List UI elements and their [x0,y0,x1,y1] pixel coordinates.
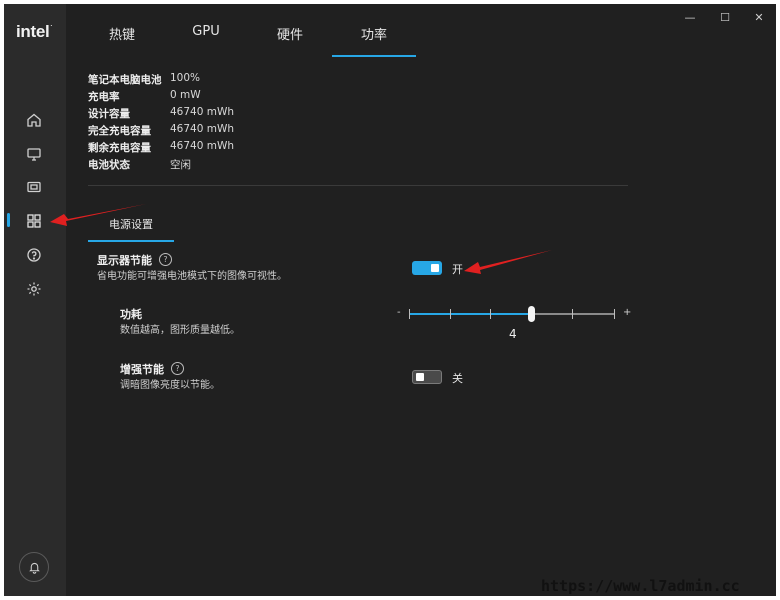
power-slider-track[interactable] [532,313,615,315]
help-icon[interactable]: ? [159,253,172,266]
enhanced-power-saving-title: 增强节能 [120,363,164,376]
info-value: 46740 mWh [170,140,235,152]
slider-tick [450,309,451,319]
annotation-arrow [464,250,552,274]
info-value: 空闲 [170,159,191,171]
enhanced-power-saving-state: 关 [452,372,463,385]
tab-label: 热键 [108,28,135,43]
power-slider-fill[interactable] [409,313,532,315]
intel-logo: intel. [16,22,52,41]
display-power-saving-toggle[interactable] [412,261,442,275]
power-description: 数值越高，图形质量越低。 [120,325,240,336]
power-title: 功耗 [120,308,142,321]
subtab-active-underline [88,240,174,242]
close-button[interactable]: ✕ [749,9,769,25]
tab-active-underline [332,55,416,57]
slider-tick [614,309,615,319]
minimize-button[interactable]: — [680,9,700,25]
sidebar-active-indicator [7,213,10,227]
bell-icon [28,562,40,574]
settings-gear-icon[interactable] [24,279,44,299]
help-icon[interactable]: ? [171,362,184,375]
tab-label: 功率 [360,28,387,43]
enhanced-power-saving-description: 调暗图像亮度以节能。 [120,380,220,391]
tab-power[interactable]: 功率 [332,24,416,57]
power-slider-value: 4 [509,327,517,341]
toggle-knob [431,264,439,272]
slider-min-label: - [397,307,401,318]
info-value: 46740 mWh [170,106,235,118]
slider-tick [572,309,573,319]
monitor-icon[interactable] [24,144,44,164]
section-divider [88,185,628,186]
video-icon[interactable] [24,177,44,197]
info-label: 笔记本电脑电池 [88,74,162,86]
slider-tick [490,309,491,319]
annotation-arrow [50,204,146,226]
info-label: 剩余充电容量 [88,142,151,154]
logo-text: intel [16,22,50,41]
tab-label: GPU [192,24,220,39]
info-label: 设计容量 [88,108,130,120]
app-window: intel. — ☐ ✕ 热键 GPU 硬件 功率 笔记本电脑电池 100% 充… [4,4,776,596]
power-slider-thumb[interactable] [528,306,535,322]
info-value: 100% [170,72,201,84]
display-power-saving-description: 省电功能可增强电池模式下的图像可视性。 [97,271,287,282]
help-circle-icon[interactable] [24,245,44,265]
notifications-button[interactable] [19,552,49,582]
toggle-knob [416,373,424,381]
display-power-saving-state: 开 [452,263,463,276]
top-tabs: 热键 GPU 硬件 功率 [80,24,776,58]
watermark: https://www.l7admin.cc [541,577,740,595]
maximize-button[interactable]: ☐ [715,9,735,25]
tab-hotkeys[interactable]: 热键 [80,24,164,57]
home-icon[interactable] [24,110,44,130]
enhanced-power-saving-toggle[interactable] [412,370,442,384]
info-label: 电池状态 [88,159,130,171]
info-value: 46740 mWh [170,123,235,135]
tab-hardware[interactable]: 硬件 [248,24,332,57]
display-power-saving-title: 显示器节能 [97,254,152,267]
info-label: 充电率 [88,91,120,103]
sidebar: intel. [4,4,66,596]
tab-gpu[interactable]: GPU [164,24,248,57]
tab-label: 硬件 [276,28,303,43]
apps-grid-icon[interactable] [24,211,44,231]
slider-max-label: + [623,307,632,318]
info-value: 0 mW [170,89,201,101]
slider-tick [409,309,410,319]
info-label: 完全充电容量 [88,125,151,137]
